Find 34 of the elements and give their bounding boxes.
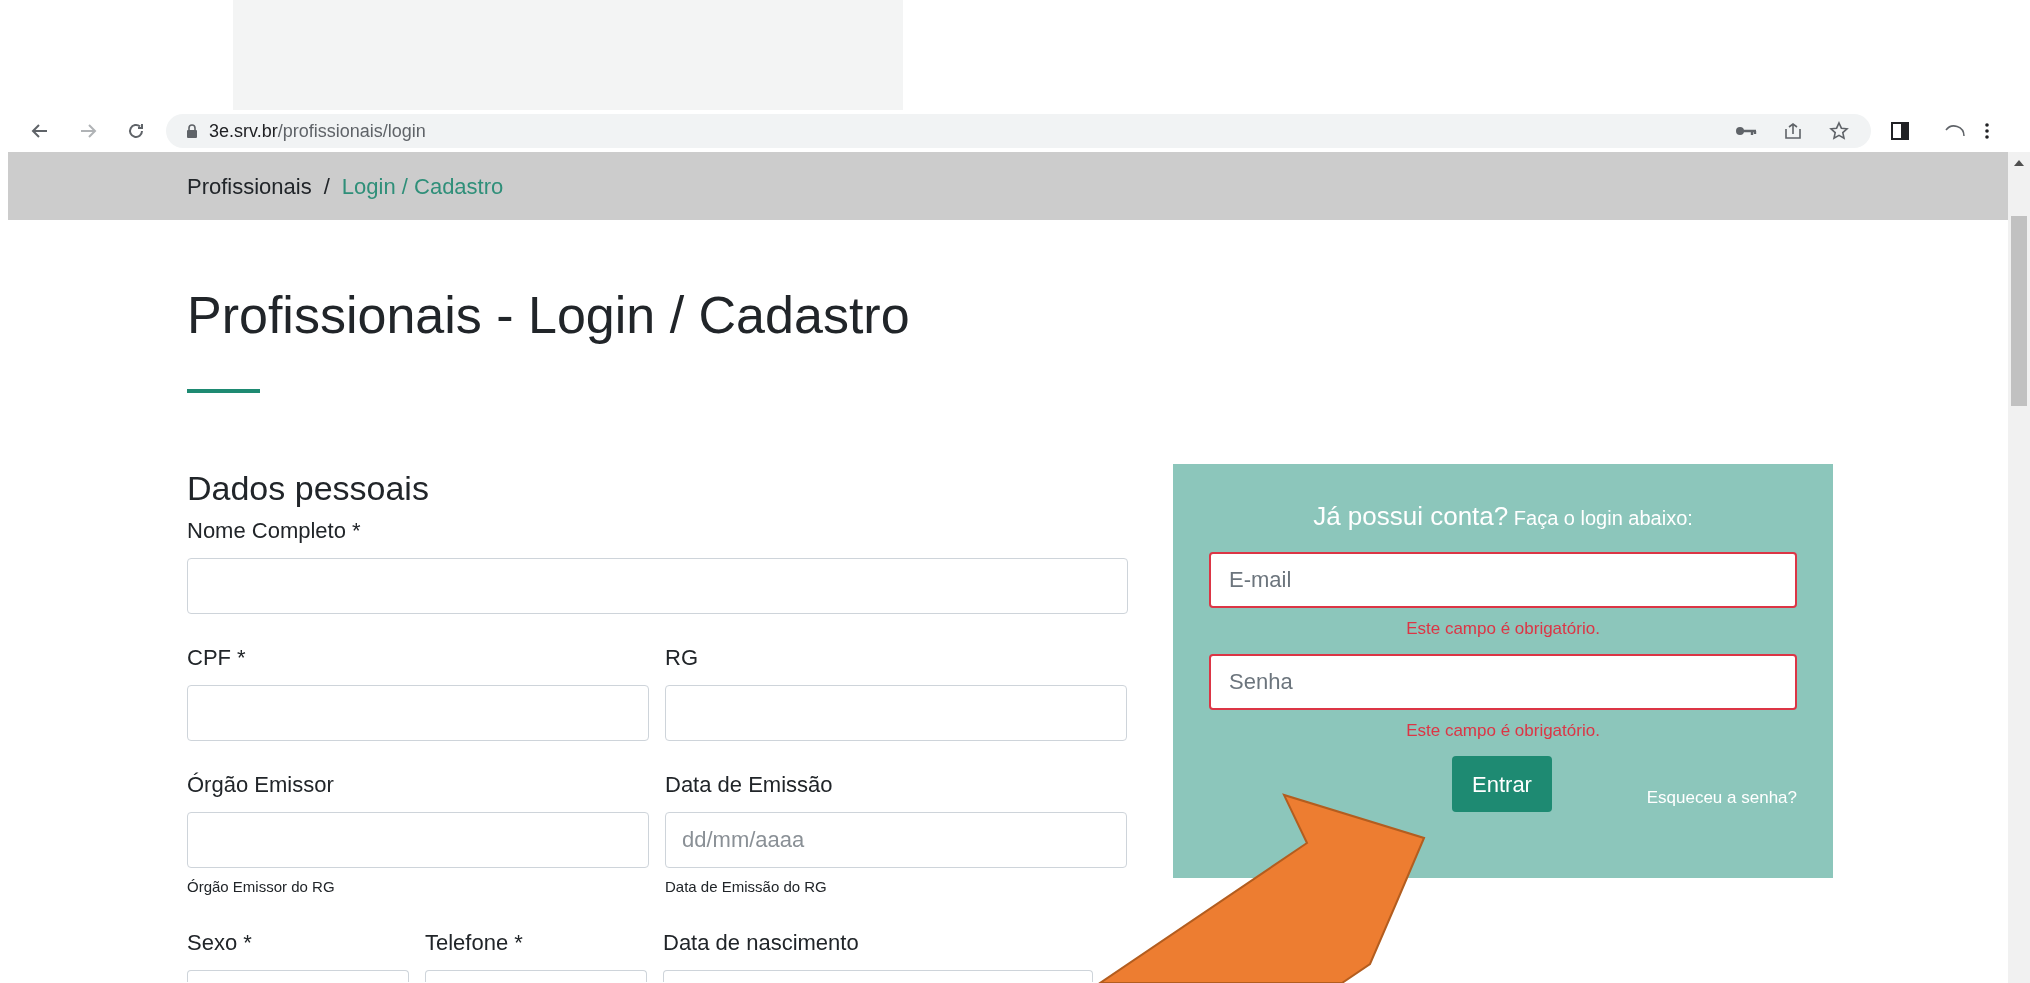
scrollbar-thumb[interactable] [2011, 216, 2027, 406]
page-title: Profissionais - Login / Cadastro [187, 285, 911, 346]
input-field[interactable]: Senha [1209, 654, 1797, 710]
breadcrumb-link[interactable]: Login / Cadastro [341, 169, 504, 203]
error-message: Este campo é obrigatório. [1405, 618, 1601, 640]
share-icon[interactable] [1783, 121, 1803, 141]
breadcrumb-separator: / [323, 172, 330, 201]
help-text: Data de Emissão do RG [665, 877, 828, 897]
field-label: Telefone * [425, 928, 524, 957]
breadcrumb-link[interactable]: Profissionais [187, 169, 312, 203]
loading-spinner-icon [1945, 125, 1965, 137]
key-icon[interactable] [1735, 125, 1757, 137]
field-label: Data de nascimento [663, 928, 860, 957]
login-heading: Já possui conta? Faça o login abaixo: [1312, 500, 1694, 533]
field-label: Nome Completo * [187, 517, 362, 545]
field-label: Sexo * [187, 928, 253, 957]
field-label: CPF * [187, 644, 247, 672]
menu-icon[interactable] [1985, 123, 1989, 139]
star-icon[interactable] [1829, 121, 1849, 141]
side-panel-icon[interactable] [1891, 122, 1909, 140]
lock-icon[interactable] [186, 123, 198, 139]
help-text: Órgão Emissor do RG [187, 877, 336, 897]
section-title: Dados pessoais [187, 468, 430, 508]
login-button[interactable]: Entrar [1452, 756, 1552, 812]
reload-icon[interactable] [126, 121, 146, 141]
field-label: Órgão Emissor [187, 771, 335, 799]
address-bar[interactable]: 3e.srv.br/profissionais/login [166, 114, 1871, 148]
field-label: Data de Emissão [665, 771, 834, 799]
url-text: 3e.srv.br/profissionais/login [209, 119, 426, 143]
error-message: Este campo é obrigatório. [1405, 720, 1601, 742]
scrollbar[interactable] [2008, 152, 2030, 983]
input-field[interactable]: E-mail [1209, 552, 1797, 608]
scroll-up-icon[interactable] [2014, 160, 2024, 166]
field-label: RG [665, 644, 699, 672]
